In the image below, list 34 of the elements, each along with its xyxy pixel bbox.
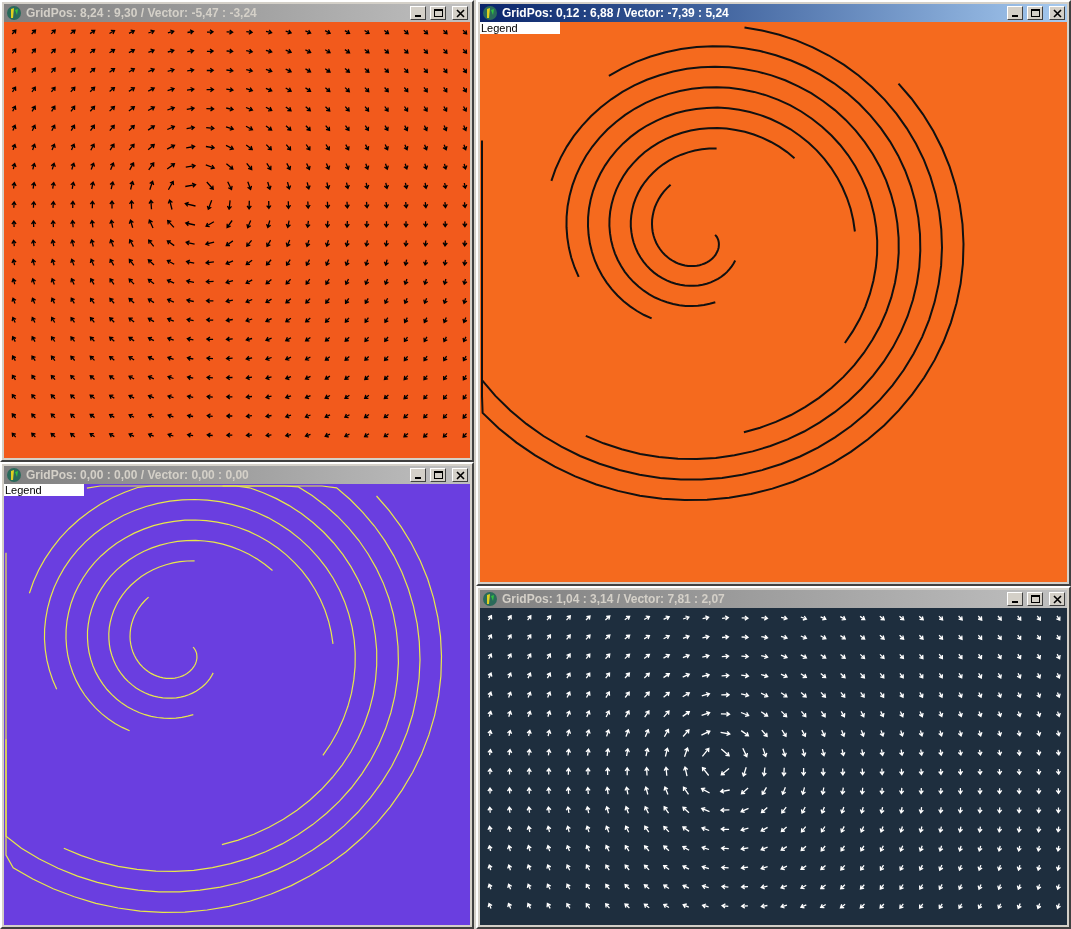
minimize-button[interactable]: [1007, 6, 1023, 20]
close-icon: [1051, 594, 1063, 604]
minimize-button[interactable]: [1007, 592, 1023, 606]
maximize-icon: [1029, 594, 1041, 604]
maximize-icon: [432, 470, 444, 480]
minimize-icon: [1012, 601, 1018, 603]
maximize-button[interactable]: [1027, 592, 1043, 606]
close-icon: [1051, 8, 1063, 18]
close-button[interactable]: [452, 6, 468, 20]
window-title: GridPos: 1,04 : 3,14 / Vector: 7,81 : 2,07: [502, 591, 726, 608]
title-bar[interactable]: GridPos: 1,04 : 3,14 / Vector: 7,81 : 2,07: [480, 590, 1067, 608]
minimize-button[interactable]: [410, 468, 426, 482]
close-button[interactable]: [1049, 6, 1065, 20]
close-icon: [454, 8, 466, 18]
maximize-button[interactable]: [1027, 6, 1043, 20]
close-icon: [454, 470, 466, 480]
maximize-button[interactable]: [430, 6, 446, 20]
app-icon: [6, 5, 22, 21]
maximize-icon: [432, 8, 444, 18]
minimize-button[interactable]: [410, 6, 426, 20]
legend-label: Legend: [4, 484, 84, 496]
window-title: GridPos: 0,12 : 6,88 / Vector: -7,39 : 5,24: [502, 5, 730, 22]
maximize-button[interactable]: [430, 468, 446, 482]
minimize-icon: [415, 15, 421, 17]
close-button[interactable]: [452, 468, 468, 482]
maximize-icon: [1029, 8, 1041, 18]
title-bar[interactable]: GridPos: 0,12 : 6,88 / Vector: -7,39 : 5,24: [480, 4, 1067, 22]
close-button[interactable]: [1049, 592, 1065, 606]
minimize-icon: [1012, 15, 1018, 17]
app-icon: [482, 591, 498, 607]
legend-label: Legend: [480, 22, 560, 34]
minimize-icon: [415, 477, 421, 479]
app-icon: [482, 5, 498, 21]
app-icon: [6, 467, 22, 483]
